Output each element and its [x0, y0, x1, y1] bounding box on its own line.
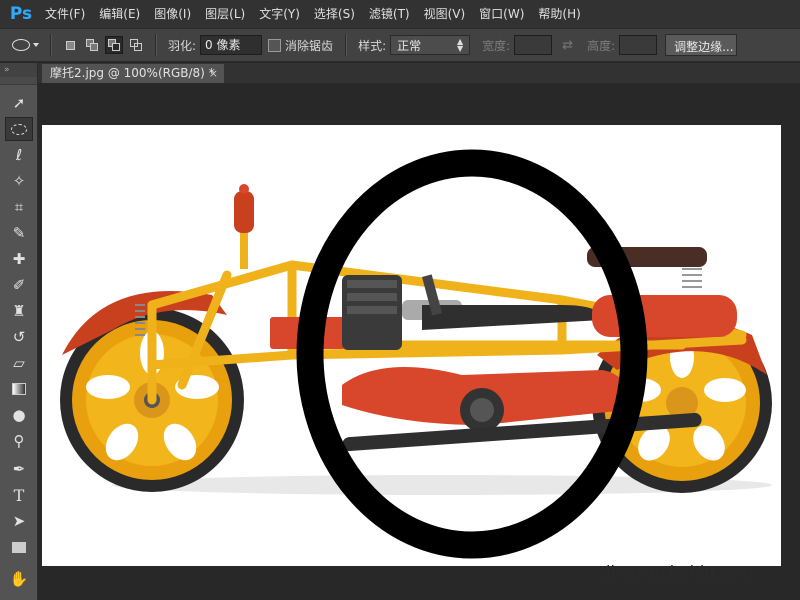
feather-label: 羽化:: [168, 38, 197, 53]
bandage-icon: ✚: [12, 250, 26, 268]
pen-tool[interactable]: ✒: [5, 457, 33, 481]
eraser-icon: ▱: [13, 354, 25, 372]
menu-select[interactable]: 选择(S): [307, 0, 362, 28]
ellipse-marquee-icon: [11, 123, 27, 135]
style-select-value: 正常: [397, 38, 422, 53]
new-selection-button[interactable]: [61, 36, 79, 54]
watermark-url: jingyan.baidu.com: [606, 562, 754, 581]
crop-tool[interactable]: ⌗: [5, 195, 33, 219]
canvas[interactable]: [42, 125, 781, 566]
antialias-label: 消除锯齿: [285, 38, 334, 53]
tool-preset-picker[interactable]: [8, 31, 42, 59]
intersect-selection-button[interactable]: [127, 36, 145, 54]
history-brush-tool[interactable]: ↺: [5, 325, 33, 349]
eyedropper-icon: ✎: [12, 224, 26, 242]
history-brush-icon: ↺: [12, 328, 26, 346]
swap-arrows-icon: ⇄: [562, 37, 574, 53]
width-input: [514, 35, 553, 55]
menu-type[interactable]: 文字(Y): [252, 0, 307, 28]
type-icon: T: [13, 485, 25, 505]
menu-view[interactable]: 视图(V): [417, 0, 473, 28]
drop-icon: ●: [12, 406, 26, 424]
close-icon[interactable]: ×: [209, 64, 218, 83]
style-label: 样式:: [358, 38, 387, 53]
menu-edit[interactable]: 编辑(E): [92, 0, 147, 28]
menu-help[interactable]: 帮助(H): [531, 0, 587, 28]
width-label: 宽度:: [482, 38, 511, 53]
gradient-icon: [12, 383, 26, 395]
height-input: [619, 35, 658, 55]
stamp-icon: ♜: [12, 302, 26, 320]
add-selection-icon: [86, 39, 98, 51]
healing-brush-tool[interactable]: ✚: [5, 247, 33, 271]
rectangle-icon: [12, 541, 26, 553]
paw-icon: [670, 516, 698, 546]
eyedropper-tool[interactable]: ✎: [5, 221, 33, 245]
refine-edge-button[interactable]: 调整边缘...: [665, 34, 738, 56]
dodge-tool[interactable]: ⚲: [5, 429, 33, 453]
clone-stamp-tool[interactable]: ♜: [5, 299, 33, 323]
baidu-watermark: Bai 经验 jingyan.baidu.com: [590, 516, 795, 586]
tools-panel: » ➚ ℓ ✧ ⌗ ✎ ✚ ✐ ♜ ↺ ▱ ● ⚲ ✒ T ➤ ✋: [0, 63, 38, 600]
updown-arrows-icon: ▲ ▼: [456, 37, 464, 53]
collapse-panel-button[interactable]: »: [0, 63, 37, 77]
options-bar: 羽化: 0 像素 消除锯齿 样式: 正常 ▲ ▼ 宽度: ⇄ 高度: 调整边缘..…: [0, 28, 800, 62]
lasso-icon: ℓ: [15, 146, 23, 164]
gradient-tool[interactable]: [5, 377, 33, 401]
new-selection-icon: [65, 40, 75, 50]
antialias-checkbox[interactable]: [268, 38, 282, 52]
move-tool[interactable]: ➚: [5, 91, 33, 115]
height-label: 高度:: [587, 38, 616, 53]
magic-wand-tool[interactable]: ✧: [5, 169, 33, 193]
hand-icon: ✋: [9, 570, 29, 588]
add-to-selection-button[interactable]: [83, 36, 101, 54]
headlamp: [234, 184, 254, 269]
document-tab-title: 摩托2.jpg @ 100%(RGB/8) *: [50, 66, 215, 80]
eraser-tool[interactable]: ▱: [5, 351, 33, 375]
feather-input[interactable]: 0 像素: [200, 35, 263, 55]
menu-window[interactable]: 窗口(W): [472, 0, 531, 28]
arrow-icon: ➤: [12, 512, 26, 530]
move-icon: ➚: [12, 94, 26, 112]
style-select[interactable]: 正常 ▲ ▼: [390, 35, 471, 55]
menu-file[interactable]: 文件(F): [38, 0, 92, 28]
motorcycle-photo: [60, 149, 772, 559]
divider: [155, 34, 156, 56]
document-tab[interactable]: 摩托2.jpg @ 100%(RGB/8) * ×: [42, 64, 224, 83]
brush-icon: ✐: [12, 276, 26, 294]
photoshop-logo: Ps: [9, 4, 33, 24]
pen-icon: ✒: [12, 460, 26, 478]
document-tabs: 摩托2.jpg @ 100%(RGB/8) * ×: [38, 63, 800, 83]
hand-tool[interactable]: ✋: [5, 567, 33, 591]
menu-layer[interactable]: 图层(L): [198, 0, 252, 28]
subtract-selection-icon: [108, 39, 120, 51]
menu-filter[interactable]: 滤镜(T): [362, 0, 417, 28]
chevron-down-icon: [32, 43, 39, 47]
blur-tool[interactable]: ●: [5, 403, 33, 427]
dodge-icon: ⚲: [13, 432, 25, 450]
panel-grip[interactable]: [0, 77, 37, 85]
path-selection-tool[interactable]: ➤: [5, 509, 33, 533]
divider: [345, 34, 347, 56]
elliptical-marquee-icon: [11, 39, 30, 51]
menu-bar: Ps 文件(F) 编辑(E) 图像(I) 图层(L) 文字(Y) 选择(S) 滤…: [0, 0, 800, 28]
elliptical-marquee-tool[interactable]: [5, 117, 33, 141]
subtract-from-selection-button[interactable]: [105, 36, 123, 54]
crop-icon: ⌗: [14, 198, 24, 216]
lasso-tool[interactable]: ℓ: [5, 143, 33, 167]
brush-tool[interactable]: ✐: [5, 273, 33, 297]
rectangle-tool[interactable]: [5, 535, 33, 559]
type-tool[interactable]: T: [5, 483, 33, 507]
intersect-selection-icon: [130, 39, 142, 51]
menu-image[interactable]: 图像(I): [147, 0, 198, 28]
divider: [50, 34, 51, 56]
magic-wand-icon: ✧: [12, 172, 26, 190]
